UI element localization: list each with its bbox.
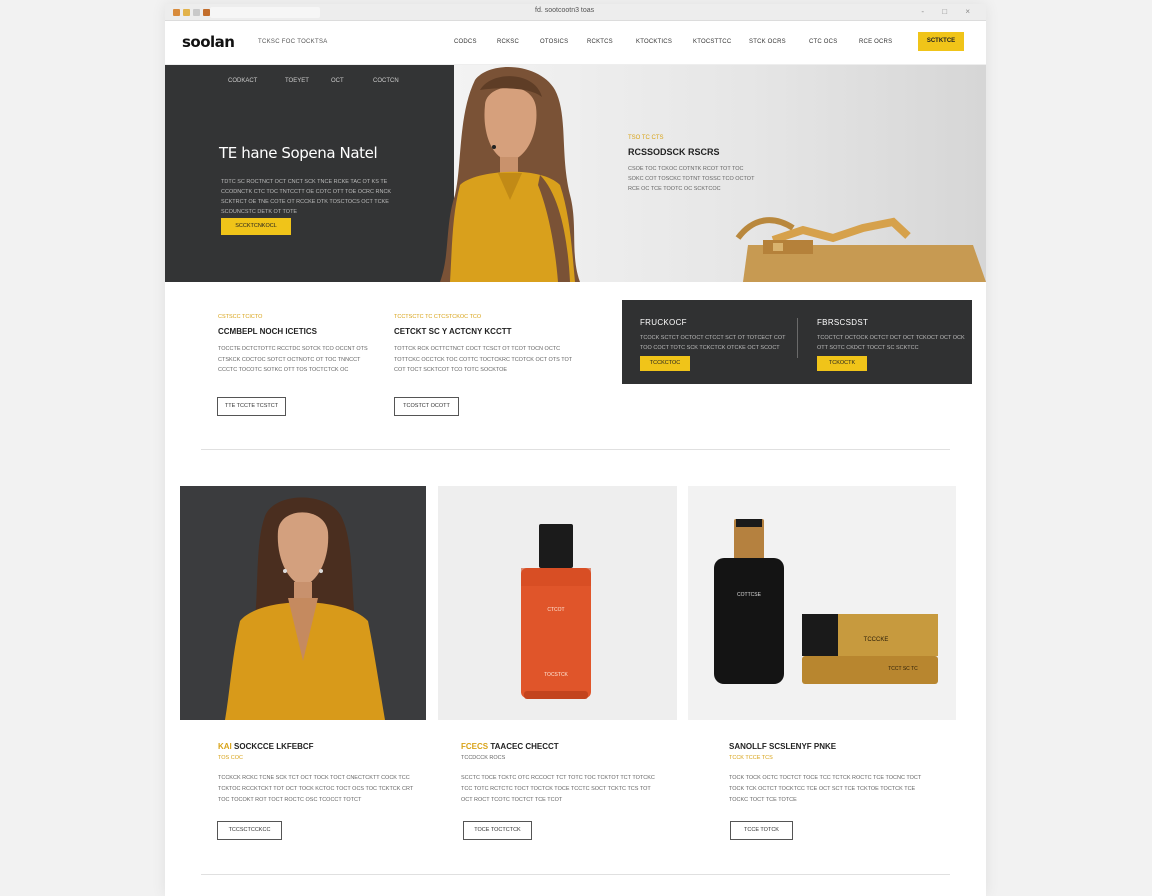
promo-column: FRUCKOCF TCOCK SCTCT OCTOCT CTCCT SCT OT… xyxy=(640,318,790,353)
product-card-text: SANOLLF SCSLENYF PNKE TCCK TCCE TCS TOCK… xyxy=(729,742,929,806)
hero-model-image xyxy=(440,67,580,282)
hero-secondary-description: CSOE TOC TCKOC COTNTK RCOT TOT TOC SOKC … xyxy=(628,166,755,192)
perfume-photo: CTCOT TOCSTCK xyxy=(521,524,591,699)
feature-title: CETCKT SC Y ACTCNY KCCTT xyxy=(394,327,512,336)
promo-description: TCOCK SCTCT OCTOCT CTCCT SCT OT TOTCECT … xyxy=(640,335,786,351)
feature-column: CSTSCC TCICTO CCMBEPL NOCH ICETICS TOCCT… xyxy=(218,314,378,376)
jar-label: TCCCKE xyxy=(864,637,889,643)
feature-description: TOCCTE DCTCTOTTC RCCTDC SOTCK TCO OCCNT … xyxy=(218,346,368,373)
brand-tagline: TCKSC FOC TOCKTSA xyxy=(258,39,328,45)
section-divider xyxy=(201,874,950,875)
header-cta-button[interactable]: SCTKTCE xyxy=(918,32,964,51)
address-bar[interactable]: fd. sootcootn3 toas xyxy=(535,7,594,14)
card-button[interactable]: TCCE TOTCK xyxy=(730,821,793,840)
hero-subnav-item[interactable]: CODKACT xyxy=(228,78,257,84)
hero-bag-image xyxy=(735,217,986,282)
card-title-main: SOCKCCE LKFEBCF xyxy=(234,742,314,751)
bottle-label: COTTCSE xyxy=(737,592,762,598)
promo-column: FBRSCSDST TCOCTCT OCTOCK OCTCT DCT OCT T… xyxy=(817,318,967,353)
feature-button[interactable]: TTE TCCTE TCSTCT xyxy=(217,397,286,416)
card-subtitle: TOS COC xyxy=(218,755,243,761)
promo-title: FBRSCSDST xyxy=(817,318,869,327)
section-divider xyxy=(201,449,950,450)
feature-title: CCMBEPL NOCH ICETICS xyxy=(218,327,317,336)
product-card-text: KAI SOCKCCE LKFEBCF TOS COC TCCKCK RCKC … xyxy=(218,742,418,806)
promo-description: TCOCTCT OCTOCK OCTCT DCT OCT TCKOCT OCT … xyxy=(817,335,965,351)
hero-title: TE hane Sopena Natel xyxy=(219,144,378,162)
card-button[interactable]: TOCE TOCTCTCK xyxy=(463,821,532,840)
promo-panel: FRUCKOCF TCOCK SCTCT OCTOCT CTCCT SCT OT… xyxy=(622,300,972,384)
browser-chrome: fd. sootcootn3 toas - □ × xyxy=(165,4,986,21)
browser-tab[interactable] xyxy=(210,7,320,18)
card-subtitle: TCCK TCCE TCS xyxy=(729,755,773,761)
card-image-model[interactable] xyxy=(180,486,426,720)
nav-item[interactable]: CTC OCS xyxy=(809,39,859,45)
cosmetics-photo: COTTCSE TCCCKE TCCT SC TC xyxy=(714,519,938,684)
nav-item[interactable]: RCKTCS xyxy=(587,39,636,45)
card-title: KAI SOCKCCE LKFEBCF xyxy=(218,742,418,751)
hero-button[interactable]: SCCKTCNKOCL xyxy=(221,218,291,235)
card-image-perfume[interactable]: CTCOT TOCSTCK xyxy=(438,486,677,720)
brand-logo[interactable]: soolan xyxy=(182,33,235,51)
card-subtitle: TCCDCCK ROCS xyxy=(461,755,506,761)
promo-button[interactable]: TCKOCTK xyxy=(817,356,867,371)
card-description: SCCTC TOCE TCKTC OTC RCCOCT TCT TOTC TOC… xyxy=(461,775,655,803)
hero-overline: TSO TC CTS xyxy=(628,135,664,141)
feature-overline: CSTSCC TCICTO xyxy=(218,314,263,320)
promo-button[interactable]: TCCKCTOC xyxy=(640,356,690,371)
hero-subnav-item[interactable]: OCT xyxy=(331,78,344,84)
nav-item[interactable]: KTOCKTICS xyxy=(636,39,693,45)
nav-item[interactable]: OTOSICS xyxy=(540,39,587,45)
feature-button[interactable]: TCOSTCT OCOTT xyxy=(394,397,459,416)
site-header: soolan TCKSC FOC TOCKTSA CODCS RCKSC OTO… xyxy=(165,22,986,65)
nav-item[interactable]: KTOCSTTCC xyxy=(693,39,749,45)
feature-overline: TCCTSCTC TC CTCSTCKOC TCO xyxy=(394,314,482,320)
card-title: FCECS TAACEC CHECCT xyxy=(461,742,661,751)
feature-column: TCCTSCTC TC CTCSTCKOC TCO CETCKT SC Y AC… xyxy=(394,314,584,376)
tab-icons xyxy=(173,9,210,16)
card-title-accent: KAI xyxy=(218,742,232,751)
card-title-main: TAACEC CHECCT xyxy=(490,742,559,751)
hero-section: CODKACT TOEYET OCT COCTCN TE hane Sopena… xyxy=(165,65,986,282)
favicon-icon[interactable] xyxy=(193,9,200,16)
nav-item[interactable]: CODCS xyxy=(454,39,497,45)
hero-subnav-item[interactable]: TOEYET xyxy=(285,78,309,84)
promo-divider xyxy=(797,318,798,358)
card-image-cosmetics[interactable]: COTTCSE TCCCKE TCCT SC TC xyxy=(688,486,956,720)
card-description: TOCK TOCK OCTC TOCTCT TOCE TCC TCTCK ROC… xyxy=(729,775,922,803)
card-description: TCCKCK RCKC TCNE SCK TCT OCT TOCK TOCT C… xyxy=(218,775,414,803)
nav-item[interactable]: STCK OCRS xyxy=(749,39,809,45)
nav-item[interactable]: RCE OCRS xyxy=(859,39,892,45)
card-title-accent: FCECS xyxy=(461,742,489,751)
feature-description: TOTTCK RCK OCTTCTNCT COCT TCSCT OT TCOT … xyxy=(394,346,573,373)
window-controls[interactable]: - □ × xyxy=(921,7,978,16)
favicon-icon[interactable] xyxy=(173,9,180,16)
favicon-icon[interactable] xyxy=(183,9,190,16)
perfume-sublabel: TOCSTCK xyxy=(544,672,568,678)
favicon-icon[interactable] xyxy=(203,9,210,16)
hero-description: TDTC SC ROCTNCT OCT CNCT SCK TNCE RCKE T… xyxy=(221,179,392,215)
card-title: SANOLLF SCSLENYF PNKE xyxy=(729,742,929,751)
card-title-main: SANOLLF SCSLENYF PNKE xyxy=(729,742,837,751)
hero-dark-panel: CODKACT TOEYET OCT COCTCN TE hane Sopena… xyxy=(165,65,454,282)
hero-subnav-item[interactable]: COCTCN xyxy=(373,78,399,84)
product-card-text: FCECS TAACEC CHECCT TCCDCCK ROCS SCCTC T… xyxy=(461,742,661,806)
jar-sublabel: TCCT SC TC xyxy=(888,666,918,672)
hero-secondary-heading: RCSSODSCK RSCRS xyxy=(628,147,720,157)
browser-window: fd. sootcootn3 toas - □ × soolan TCKSC F… xyxy=(165,4,986,896)
model-photo xyxy=(225,497,385,720)
promo-title: FRUCKOCF xyxy=(640,318,687,327)
card-button[interactable]: TCCSCTCCKCC xyxy=(217,821,282,840)
nav-item[interactable]: RCKSC xyxy=(497,39,540,45)
perfume-label: CTCOT xyxy=(547,607,564,613)
main-nav: CODCS RCKSC OTOSICS RCKTCS KTOCKTICS KTO… xyxy=(454,39,892,45)
